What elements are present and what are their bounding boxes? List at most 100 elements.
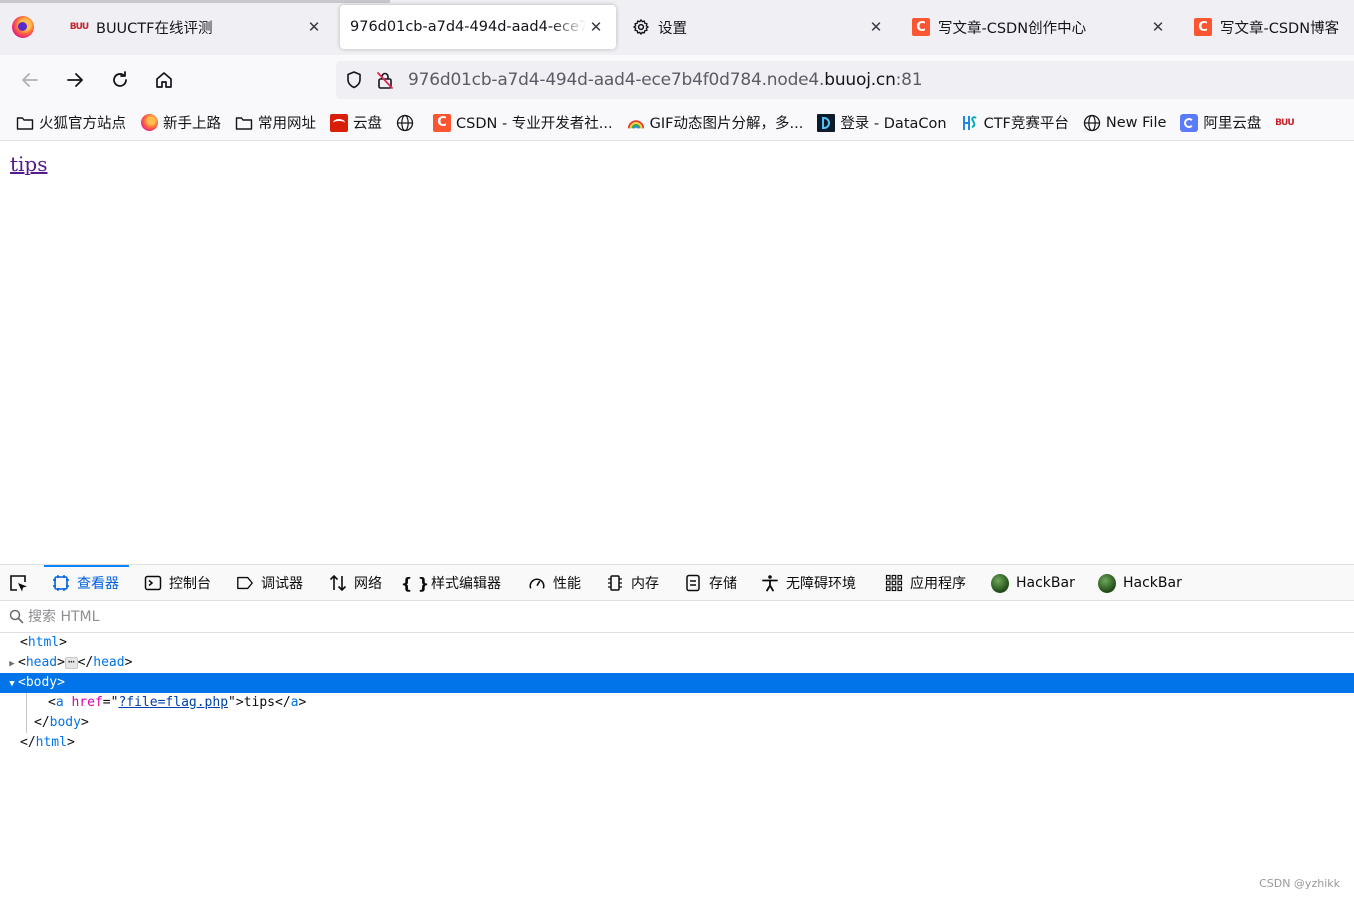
devtools-tab-console[interactable]: 控制台 [144,565,211,601]
bookmark-label: 常用网址 [258,116,316,132]
devtools-tab-hackbar[interactable]: HackBar [991,565,1075,601]
markup-node-html-close[interactable]: </html> [0,733,1354,753]
csdn-icon: C [1194,18,1212,36]
bookmark-csdn[interactable]: C CSDN - 专业开发者社... [433,112,613,133]
close-icon[interactable]: ✕ [304,17,324,37]
devtools-panel: 查看器 控制台 调试器 网络 { } 样式编辑器 性能 内存 存储 无障碍环境 … [0,564,1354,900]
bookmark-label: 云盘 [353,116,382,132]
bookmark-ctf-platform[interactable]: CTF竞赛平台 [961,112,1069,133]
bookmark-firefox-official[interactable]: 火狐官方站点 [16,112,126,133]
devtools-tab-accessibility[interactable]: 无障碍环境 [761,565,856,601]
devtools-tab-storage[interactable]: 存储 [684,565,737,601]
devtools-tab-debugger[interactable]: 调试器 [236,565,303,601]
url-text[interactable]: 976d01cb-a7d4-494d-aad4-ece7b4f0d784.nod… [408,70,923,90]
tab-active-site[interactable]: 976d01cb-a7d4-494d-aad4-ece7b4f0d784.nod… [340,5,616,49]
bookmarks-toolbar: 火狐官方站点 新手上路 常用网址 云盘 C CSDN - 专业开发者社... G… [0,105,1354,141]
arrow-left-icon [22,73,38,87]
inspector-icon [52,574,70,592]
accessibility-icon [761,574,779,592]
devtools-tab-label: 应用程序 [910,576,966,592]
arrow-right-icon [67,73,83,87]
devtools-tab-label: 内存 [631,576,659,592]
devtools-tab-network[interactable]: 网络 [329,565,382,601]
bookmark-label: New File [1105,114,1167,131]
bookmark-buuctf[interactable]: BUU [1275,114,1298,132]
tab-buuctf[interactable]: BUU BUUCTF在线评测 ✕ [62,5,332,49]
bookmark-gif-tool[interactable]: GIF动态图片分解，多... [627,112,804,133]
bookmark-label: 阿里云盘 [1203,116,1262,132]
element-picker-button[interactable] [8,573,30,595]
markup-node-html-open[interactable]: <html> [0,633,1354,653]
bookmark-cloud-drive[interactable]: 云盘 [330,112,382,133]
bookmark-datacon[interactable]: 登录 - DataCon [817,112,947,133]
html-search-input[interactable] [28,608,428,625]
devtools-tab-label: HackBar [1123,575,1182,591]
close-icon[interactable]: ✕ [866,17,886,37]
close-icon[interactable]: ✕ [586,17,606,37]
tips-link[interactable]: tips [10,152,48,176]
markup-node-body-close[interactable]: </body> [0,713,1354,733]
url-bar[interactable]: 976d01cb-a7d4-494d-aad4-ece7b4f0d784.nod… [336,61,1354,99]
tab-csdn-creation[interactable]: C 写文章-CSDN创作中心 ✕ [904,5,1176,49]
bookmark-label: CSDN - 专业开发者社... [456,116,613,132]
application-icon [885,574,903,592]
buuctf-icon: BUU [1275,117,1295,128]
devtools-tab-inspector[interactable]: 查看器 [44,565,129,601]
devtools-tab-label: 样式编辑器 [431,576,501,592]
navigation-toolbar: 976d01cb-a7d4-494d-aad4-ece7b4f0d784.nod… [0,55,1354,105]
tab-title: 976d01cb-a7d4-494d-aad4-ece7b4f0d784.nod… [350,19,586,35]
page-content: tips [0,141,1354,564]
markup-node-head[interactable]: ▶ <head> ⋯ </head> [0,653,1354,673]
network-icon [329,574,347,592]
expand-triangle-icon[interactable]: ▶ [6,654,18,674]
folder-icon [235,114,253,132]
devtools-toolbar: 查看器 控制台 调试器 网络 { } 样式编辑器 性能 内存 存储 无障碍环境 … [0,565,1354,601]
href-value-link[interactable]: ?file=flag.php [118,695,228,710]
globe-icon [1083,114,1101,132]
home-button[interactable] [149,65,179,95]
performance-icon [528,574,546,592]
devtools-tab-style-editor[interactable]: { } 样式编辑器 [401,565,501,601]
forward-button[interactable] [60,65,90,95]
tab-strip: BUU BUUCTF在线评测 ✕ 976d01cb-a7d4-494d-aad4… [0,0,1354,55]
shield-icon[interactable] [341,67,367,93]
devtools-tab-application[interactable]: 应用程序 [885,565,966,601]
bookmark-getting-started[interactable]: 新手上路 [140,112,221,133]
tab-csdn-blog[interactable]: C 写文章-CSDN博客 [1186,5,1354,49]
bookmark-label: CTF竞赛平台 [983,116,1069,132]
storage-icon [684,574,702,592]
devtools-tab-memory[interactable]: 内存 [606,565,659,601]
bookmark-label: GIF动态图片分解，多... [649,116,804,132]
csdn-icon: C [912,18,930,36]
indent-guide [26,713,27,733]
indent-guide [26,693,27,713]
devtools-tab-performance[interactable]: 性能 [528,565,581,601]
bookmark-common-sites[interactable]: 常用网址 [235,112,316,133]
markup-node-anchor[interactable]: <a href="?file=flag.php">tips</a> [0,693,1354,713]
devtools-tab-hackbar-2[interactable]: HackBar [1098,565,1182,601]
folder-icon [16,114,34,132]
bookmark-label: 火狐官方站点 [39,116,126,132]
reload-button[interactable] [105,65,135,95]
markup-node-body-open[interactable]: ▼ <body> [0,673,1354,693]
back-button[interactable] [15,65,45,95]
tab-loading-indicator [0,0,390,3]
aliyun-icon [1180,113,1199,132]
bookmark-globe[interactable] [396,114,419,132]
bookmark-new-file[interactable]: New File [1083,114,1167,132]
firefox-view-icon[interactable] [12,16,34,38]
devtools-tab-label: 网络 [354,576,382,592]
collapsed-children-icon[interactable]: ⋯ [64,656,78,669]
tab-settings[interactable]: 设置 ✕ [624,5,894,49]
insecure-lock-icon[interactable] [372,67,398,93]
hs-icon [961,114,979,132]
collapse-triangle-icon[interactable]: ▼ [6,674,18,694]
bookmark-aliyun-drive[interactable]: 阿里云盘 [1180,112,1261,133]
tab-title: BUUCTF在线评测 [96,20,213,37]
close-icon[interactable]: ✕ [1148,17,1168,37]
tab-title: 设置 [658,20,687,37]
cloud-drive-icon [330,113,348,132]
reload-icon [113,71,127,87]
buuctf-icon: BUU [69,22,90,32]
tab-title: 写文章-CSDN创作中心 [938,20,1087,37]
